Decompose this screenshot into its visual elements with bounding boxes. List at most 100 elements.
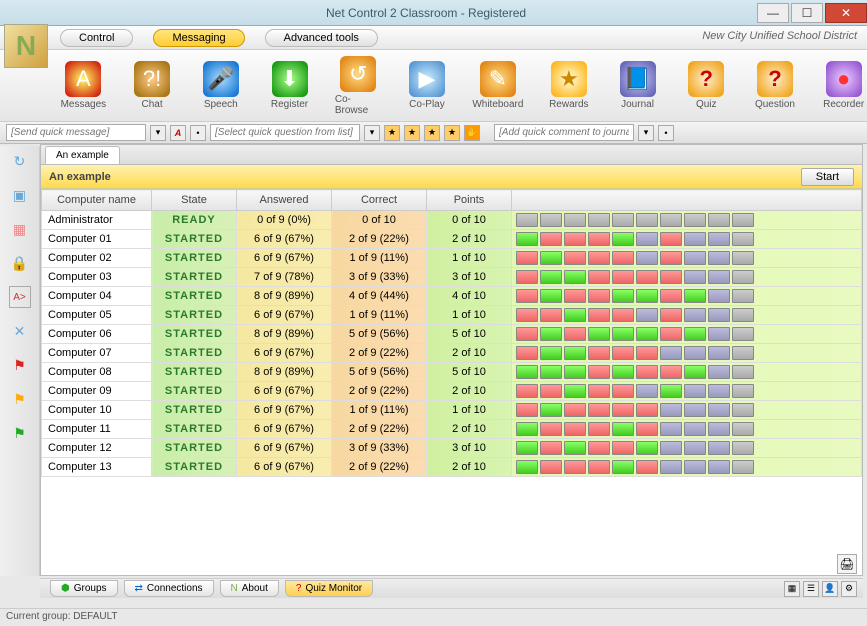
answer-cell [516,346,538,360]
answer-cell [588,441,610,455]
tools-icon[interactable]: ✕ [9,320,31,342]
tool-co-play[interactable]: ▶Co-Play [404,61,451,110]
tool-question[interactable]: ?Question [752,61,799,110]
table-row[interactable]: Computer 06STARTED8 of 9 (89%)5 of 9 (56… [42,325,862,344]
tab-messaging[interactable]: Messaging [153,29,244,47]
answer-cell [684,270,706,284]
tab-connections[interactable]: ⇄Connections [124,580,214,597]
chat-icon: ?! [134,61,170,97]
col-points[interactable]: Points [427,190,512,211]
abc-icon[interactable]: A> [9,286,31,308]
print-icon[interactable]: 🖨 [837,554,857,574]
answer-cell [516,327,538,341]
answer-cell [636,327,658,341]
cell-points: 2 of 10 [427,420,512,439]
maximize-button[interactable]: ☐ [791,3,823,23]
answer-cell [732,270,754,284]
tool-speech[interactable]: 🎤Speech [197,61,244,110]
tool-rewards[interactable]: ★Rewards [545,61,592,110]
answer-cell [732,308,754,322]
cell-name: Computer 10 [42,401,152,420]
award3-icon[interactable]: ★ [424,125,440,141]
tool-co-browse[interactable]: ↺Co-Browse [335,56,382,116]
minimize-button[interactable]: — [757,3,789,23]
col-state[interactable]: State [152,190,237,211]
table-row[interactable]: Computer 13STARTED6 of 9 (67%)2 of 9 (22… [42,458,862,477]
tool-whiteboard[interactable]: ✎Whiteboard [472,61,523,110]
flag-green-icon[interactable]: ⚑ [9,422,31,444]
answer-cell [684,441,706,455]
start-button[interactable]: Start [801,168,854,186]
tool-recorder[interactable]: ●Recorder [820,61,867,110]
tool-chat[interactable]: ?!Chat [129,61,176,110]
hand-icon[interactable]: ✋ [464,125,480,141]
answer-cell [660,441,682,455]
table-row[interactable]: Computer 11STARTED6 of 9 (67%)2 of 9 (22… [42,420,862,439]
table-row[interactable]: Computer 09STARTED6 of 9 (67%)2 of 9 (22… [42,382,862,401]
tool-journal[interactable]: 📘Journal [614,61,661,110]
table-row[interactable]: Computer 04STARTED8 of 9 (89%)4 of 9 (44… [42,287,862,306]
view-thumbnails-icon[interactable]: ▦ [784,581,800,597]
col-results[interactable] [512,190,862,211]
answer-cell [564,308,586,322]
tool-quiz[interactable]: ?Quiz [683,61,730,110]
quick-message-input[interactable] [6,124,146,141]
rewards-icon: ★ [551,61,587,97]
table-row[interactable]: Computer 07STARTED6 of 9 (67%)2 of 9 (22… [42,344,862,363]
cell-answered: 8 of 9 (89%) [237,363,332,382]
answer-cell [588,232,610,246]
bottom-tabstrip: ⬢Groups ⇄Connections NAbout ?Quiz Monito… [40,578,863,598]
tool-messages[interactable]: AMessages [60,61,107,110]
table-row[interactable]: AdministratorREADY0 of 9 (0%)0 of 100 of… [42,211,862,230]
co-play-icon: ▶ [409,61,445,97]
lock-icon[interactable]: 🔒 [9,252,31,274]
col-name[interactable]: Computer name [42,190,152,211]
table-row[interactable]: Computer 05STARTED6 of 9 (67%)1 of 9 (11… [42,306,862,325]
quick-question-input[interactable] [210,124,360,141]
close-button[interactable]: ✕ [825,3,867,23]
flag-red-icon[interactable]: ⚑ [9,354,31,376]
quick-q-dropdown-icon[interactable]: ▾ [364,125,380,141]
monitors-icon[interactable]: ▣ [9,184,31,206]
tab-control[interactable]: Control [60,29,133,47]
answer-cell [732,403,754,417]
answer-cell [516,308,538,322]
tab-about[interactable]: NAbout [220,580,279,597]
view-list-icon[interactable]: ☰ [803,581,819,597]
table-row[interactable]: Computer 01STARTED6 of 9 (67%)2 of 9 (22… [42,230,862,249]
answer-cell [564,327,586,341]
view-users-icon[interactable]: 👤 [822,581,838,597]
cell-correct: 2 of 9 (22%) [332,382,427,401]
cell-points: 5 of 10 [427,363,512,382]
tab-quiz-monitor[interactable]: ?Quiz Monitor [285,580,373,597]
cell-answered: 6 of 9 (67%) [237,382,332,401]
tab-advanced[interactable]: Advanced tools [265,29,378,47]
cell-name: Computer 04 [42,287,152,306]
table-row[interactable]: Computer 02STARTED6 of 9 (67%)1 of 9 (11… [42,249,862,268]
table-row[interactable]: Computer 10STARTED6 of 9 (67%)1 of 9 (11… [42,401,862,420]
col-correct[interactable]: Correct [332,190,427,211]
award-icon[interactable]: ★ [384,125,400,141]
col-answered[interactable]: Answered [237,190,332,211]
journal-go-icon[interactable]: • [658,125,674,141]
table-row[interactable]: Computer 03STARTED7 of 9 (78%)3 of 9 (33… [42,268,862,287]
award2-icon[interactable]: ★ [404,125,420,141]
tool-register[interactable]: ⬇Register [266,61,313,110]
view-settings-icon[interactable]: ⚙ [841,581,857,597]
tab-groups[interactable]: ⬢Groups [50,580,118,597]
quick-journal-input[interactable] [494,124,634,141]
table-row[interactable]: Computer 08STARTED8 of 9 (89%)5 of 9 (56… [42,363,862,382]
cell-name: Computer 03 [42,268,152,287]
quick-msg-dropdown-icon[interactable]: ▾ [150,125,166,141]
format-icon[interactable]: A [170,125,186,141]
refresh-icon[interactable]: ↻ [9,150,31,172]
answer-cell [684,289,706,303]
document-tab[interactable]: An example [45,146,120,164]
cell-results [512,382,862,401]
award4-icon[interactable]: ★ [444,125,460,141]
table-row[interactable]: Computer 12STARTED6 of 9 (67%)3 of 9 (33… [42,439,862,458]
flag-yellow-icon[interactable]: ⚑ [9,388,31,410]
grid-icon[interactable]: ▦ [9,218,31,240]
answer-cell [588,384,610,398]
quick-j-dropdown-icon[interactable]: ▾ [638,125,654,141]
